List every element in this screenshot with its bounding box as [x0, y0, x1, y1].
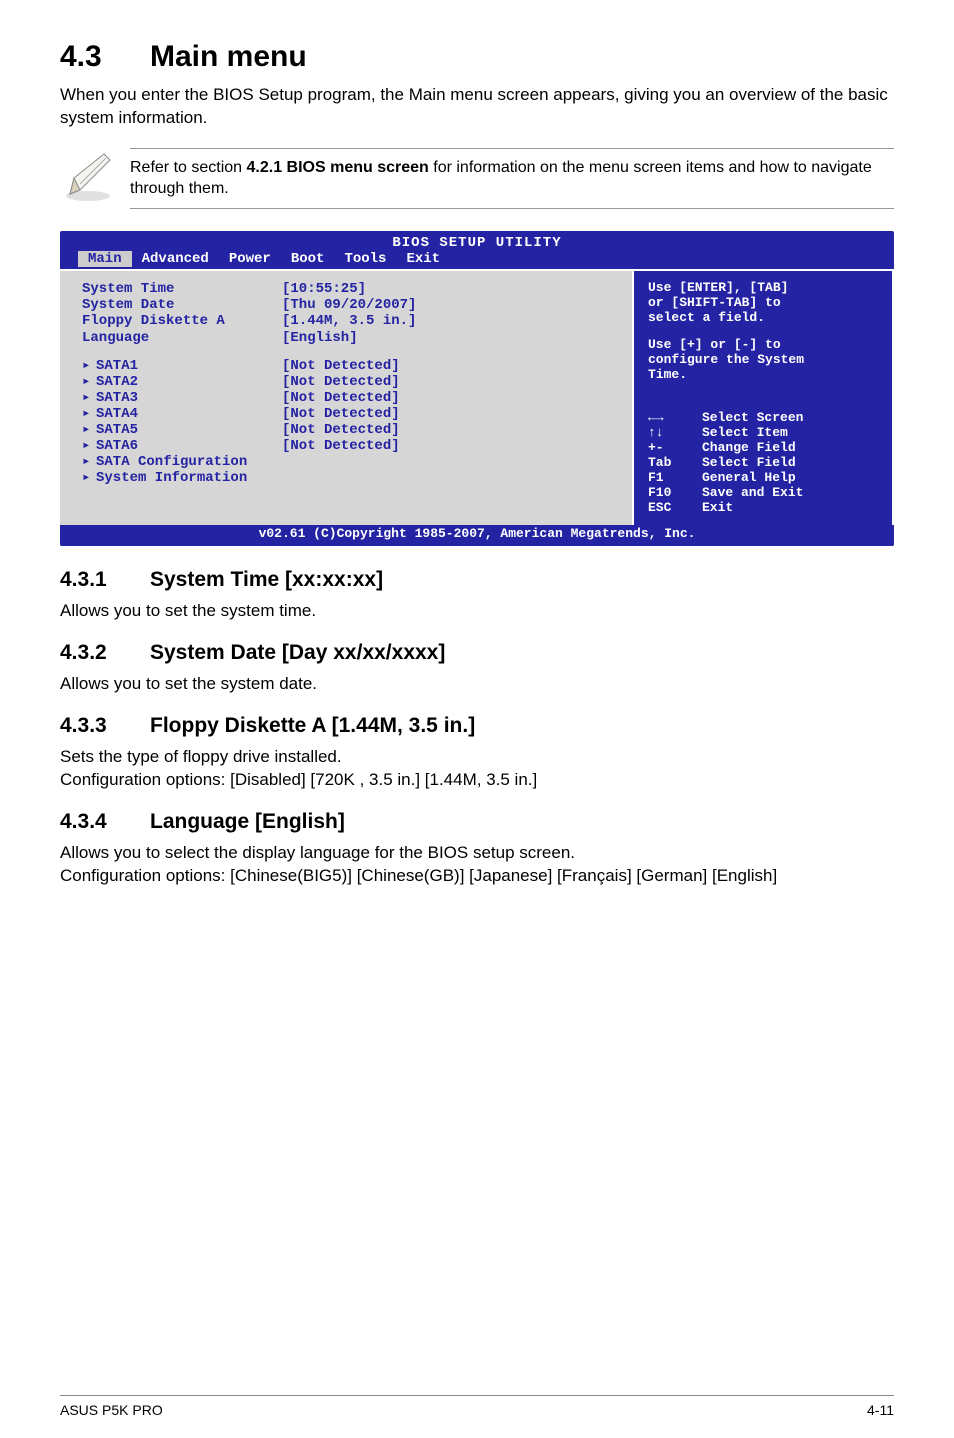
footer-page-number: 4-11 — [867, 1402, 894, 1418]
bios-menu-boot[interactable]: Boot — [281, 251, 335, 267]
bios-help-pane: Use [ENTER], [TAB] or [SHIFT-TAB] to sel… — [634, 269, 894, 525]
bios-row-system-time[interactable]: System Time[10:55:25] — [82, 281, 622, 297]
bios-menu-bar: Main Advanced Power Boot Tools Exit — [60, 251, 894, 269]
bios-help-line: select a field. — [648, 311, 882, 326]
subsection-heading: 4.3.2System Date [Day xx/xx/xxxx] — [60, 641, 894, 665]
bios-row-system-date[interactable]: System Date[Thu 09/20/2007] — [82, 297, 622, 313]
bios-row-sata6[interactable]: ▸SATA6[Not Detected] — [82, 438, 622, 454]
bios-menu-tools[interactable]: Tools — [334, 251, 396, 267]
subsection-heading: 4.3.4Language [English] — [60, 810, 894, 834]
subsection-body: Allows you to select the display languag… — [60, 842, 894, 865]
bios-title: BIOS SETUP UTILITY — [60, 231, 894, 251]
note-text: Refer to section 4.2.1 BIOS menu screen … — [130, 157, 894, 200]
bios-menu-main[interactable]: Main — [78, 251, 132, 267]
subsection-body: Allows you to set the system date. — [60, 673, 894, 696]
bios-copyright: v02.61 (C)Copyright 1985-2007, American … — [60, 525, 894, 546]
bios-screenshot: BIOS SETUP UTILITY Main Advanced Power B… — [60, 231, 894, 546]
bios-row-floppy[interactable]: Floppy Diskette A[1.44M, 3.5 in.] — [82, 313, 622, 329]
section-number: 4.3 — [60, 40, 150, 74]
bios-row-sata3[interactable]: ▸SATA3[Not Detected] — [82, 390, 622, 406]
bios-menu-power[interactable]: Power — [219, 251, 281, 267]
bios-help-line: or [SHIFT-TAB] to — [648, 296, 882, 311]
bios-row-language[interactable]: Language[English] — [82, 330, 622, 346]
bios-row-system-info[interactable]: ▸System Information — [82, 470, 622, 486]
bios-main-pane: System Time[10:55:25] System Date[Thu 09… — [60, 269, 634, 525]
bios-help-line: configure the System — [648, 353, 882, 368]
bios-row-sata5[interactable]: ▸SATA5[Not Detected] — [82, 422, 622, 438]
note-callout: Refer to section 4.2.1 BIOS menu screen … — [60, 148, 894, 209]
intro-paragraph: When you enter the BIOS Setup program, t… — [60, 84, 894, 130]
page-footer: ASUS P5K PRO 4-11 — [60, 1395, 894, 1418]
pencil-note-icon — [60, 148, 116, 204]
bios-row-sata-config[interactable]: ▸SATA Configuration — [82, 454, 622, 470]
bios-row-sata2[interactable]: ▸SATA2[Not Detected] — [82, 374, 622, 390]
subsection-heading: 4.3.1System Time [xx:xx:xx] — [60, 568, 894, 592]
bios-row-sata1[interactable]: ▸SATA1[Not Detected] — [82, 358, 622, 374]
bios-help-line: Use [+] or [-] to — [648, 338, 882, 353]
subsection-body: Allows you to set the system time. — [60, 600, 894, 623]
footer-product: ASUS P5K PRO — [60, 1402, 163, 1418]
subsection-body: Sets the type of floppy drive installed. — [60, 746, 894, 769]
bios-help-line: Time. — [648, 368, 882, 383]
subsection-heading: 4.3.3Floppy Diskette A [1.44M, 3.5 in.] — [60, 714, 894, 738]
bios-key-legend: ←→Select Screen ↑↓Select Item +-Change F… — [648, 411, 882, 516]
section-title-text: Main menu — [150, 40, 307, 73]
subsection-body: Configuration options: [Disabled] [720K … — [60, 769, 894, 792]
bios-row-sata4[interactable]: ▸SATA4[Not Detected] — [82, 406, 622, 422]
bios-help-line: Use [ENTER], [TAB] — [648, 281, 882, 296]
section-heading: 4.3Main menu — [60, 40, 894, 74]
subsection-body: Configuration options: [Chinese(BIG5)] [… — [60, 865, 894, 888]
bios-menu-exit[interactable]: Exit — [396, 251, 450, 267]
bios-menu-advanced[interactable]: Advanced — [132, 251, 219, 267]
